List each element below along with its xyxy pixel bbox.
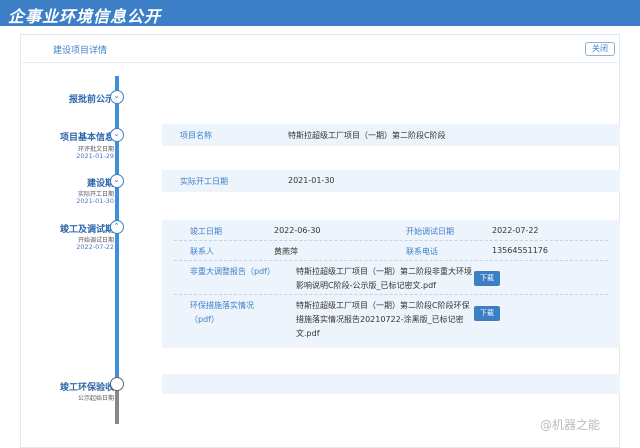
report1-download-button[interactable]: 下载 <box>474 271 500 286</box>
report2-label: 环保措施落实情况 <box>190 301 254 310</box>
phone-label: 联系电话 <box>406 247 438 256</box>
start-date-value: 2021-01-30 <box>288 176 335 185</box>
step-label-pre-approval: 报批前公示 <box>68 95 114 105</box>
step-toggle-construction[interactable]: ⌄ <box>110 174 124 188</box>
step-toggle-basic-info[interactable]: ⌄ <box>110 128 124 142</box>
contact-label: 联系人 <box>190 247 214 256</box>
report1-line2: 影响说明C阶段-公示版_已标记密文.pdf <box>296 281 436 290</box>
step-label-acceptance: 竣工环保验收 <box>59 383 114 393</box>
step-date-basic-info: 2021-01-29 <box>76 152 114 160</box>
chevron-down-icon: ⌄ <box>113 176 120 184</box>
card-header: 建设项目详情 关闭 <box>21 35 619 63</box>
report2-line1: 特斯拉超级工厂项目（一期）第二阶段C阶段环保 <box>296 301 470 310</box>
debug-start-label: 开始调试日期 <box>406 227 454 236</box>
step-date-completion: 2022-07-22 <box>76 243 114 251</box>
acceptance-panel <box>162 374 620 394</box>
contact-value: 黄燕萍 <box>274 247 298 256</box>
completion-panel: 竣工日期 2022-06-30 开始调试日期 2022-07-22 联系人 黄燕… <box>162 220 620 348</box>
report2-label-suffix: （pdf） <box>190 315 219 324</box>
chevron-up-icon: ⌃ <box>113 222 120 230</box>
step-label-basic-info: 项目基本信息 <box>59 133 114 143</box>
basic-info-panel: 项目名称 特斯拉超级工厂项目（一期）第二阶段C阶段 <box>162 124 620 146</box>
report2-line3: 文.pdf <box>296 329 320 338</box>
step-toggle-pre-approval[interactable]: ⌄ <box>110 90 124 104</box>
watermark: @机器之能 <box>540 418 601 432</box>
step-node-acceptance[interactable] <box>110 377 124 391</box>
chevron-down-icon: ⌄ <box>113 130 120 138</box>
chevron-down-icon: ⌄ <box>113 92 120 100</box>
start-date-label: 实际开工日期 <box>180 177 228 186</box>
project-name-value: 特斯拉超级工厂项目（一期）第二阶段C阶段 <box>288 131 446 140</box>
step-sub-acceptance: 公示起始日期 <box>77 395 114 402</box>
step-label-completion: 竣工及调试期 <box>59 225 114 235</box>
phone-value: 13564551176 <box>492 246 548 255</box>
card-title: 建设项目详情 <box>53 46 108 56</box>
app-title: 企事业环境信息公开 <box>8 7 162 26</box>
divider <box>174 294 608 295</box>
step-toggle-completion[interactable]: ⌃ <box>110 220 124 234</box>
report2-line2: 措施落实情况报告20210722-涂黑版_已标记密 <box>296 315 464 324</box>
project-name-label: 项目名称 <box>180 131 212 140</box>
divider <box>174 260 608 261</box>
step-date-construction: 2021-01-30 <box>76 197 114 205</box>
debug-start-value: 2022-07-22 <box>492 226 539 235</box>
completion-date-value: 2022-06-30 <box>274 226 321 235</box>
report1-line1: 特斯拉超级工厂项目（一期）第二阶段非重大环境 <box>296 267 472 276</box>
report2-download-button[interactable]: 下载 <box>474 306 500 321</box>
construction-panel: 实际开工日期 2021-01-30 <box>162 170 620 192</box>
report1-label: 非重大调整报告（pdf） <box>190 267 275 276</box>
completion-date-label: 竣工日期 <box>190 227 222 236</box>
top-bar: 企事业环境信息公开 <box>0 0 640 26</box>
divider <box>174 240 608 241</box>
close-button[interactable]: 关闭 <box>585 42 615 56</box>
